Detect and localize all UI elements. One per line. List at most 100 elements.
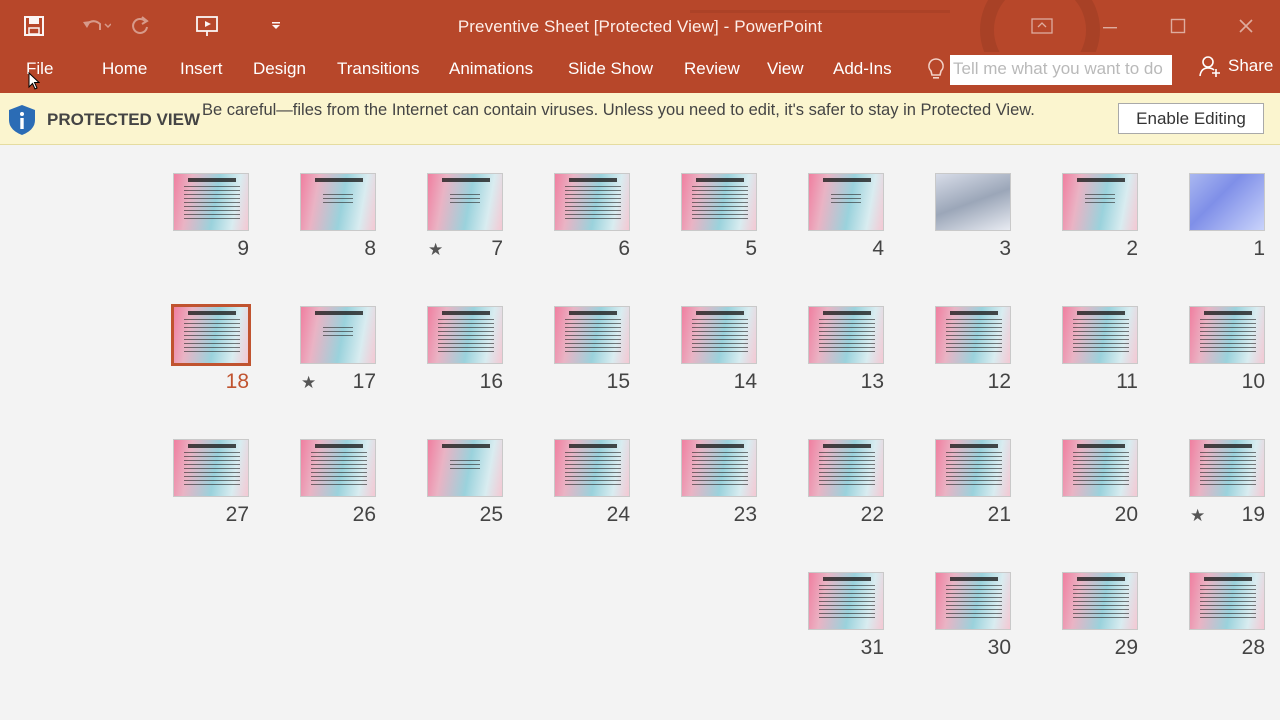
slide-thumbnail[interactable] (1189, 306, 1265, 364)
slide-number: 27 (225, 503, 249, 526)
tab-add-ins[interactable]: Add-Ins (833, 59, 892, 79)
slide-thumbnail[interactable] (935, 173, 1011, 231)
slide-title-lines (188, 178, 236, 182)
mouse-cursor-icon (28, 71, 41, 95)
slide-thumbnail[interactable] (300, 306, 376, 364)
tell-me-search-input[interactable]: Tell me what you want to do (950, 55, 1172, 85)
slide-text-lines (1200, 452, 1256, 486)
slide-thumbnail[interactable] (300, 173, 376, 231)
slide-number: 13 (860, 370, 884, 393)
tab-design[interactable]: Design (253, 59, 306, 79)
slide-thumbnail[interactable] (808, 173, 884, 231)
slide-text-lines (692, 319, 748, 353)
slide-number: 3 (999, 237, 1011, 260)
slide-thumbnail[interactable] (808, 572, 884, 630)
title-decoration-line (690, 10, 950, 13)
slide-text-lines (450, 460, 480, 472)
slide-thumbnail[interactable] (427, 306, 503, 364)
slide-number: 11 (1116, 370, 1138, 393)
slide-thumbnail[interactable] (808, 306, 884, 364)
slide-title-lines (315, 444, 363, 448)
slide-title-lines (569, 444, 617, 448)
slide-number: 30 (987, 636, 1011, 659)
slide-thumbnail[interactable] (1189, 173, 1265, 231)
slide-thumbnail[interactable] (171, 304, 251, 366)
slide-title-lines (1204, 577, 1252, 581)
slide-thumbnail[interactable] (554, 173, 630, 231)
slide-thumbnail[interactable] (935, 572, 1011, 630)
slide-text-lines (946, 319, 1002, 353)
slide-text-lines (184, 452, 240, 486)
slide-number: 25 (479, 503, 503, 526)
slide-thumbnail[interactable] (1062, 306, 1138, 364)
lightbulb-icon (925, 55, 947, 83)
slide-number: 20 (1114, 503, 1138, 526)
slide-thumbnail[interactable] (173, 173, 249, 231)
slide-title-lines (823, 444, 871, 448)
share-button[interactable]: Share (1198, 54, 1273, 78)
slide-title-lines (315, 178, 363, 182)
protected-view-bar: PROTECTED VIEW Be careful—files from the… (0, 93, 1280, 145)
maximize-icon[interactable] (1144, 0, 1212, 52)
animation-star-icon[interactable]: ★ (301, 373, 316, 393)
slide-title-lines (315, 311, 363, 315)
slide-thumbnail[interactable] (554, 439, 630, 497)
person-add-icon (1199, 56, 1220, 77)
animation-star-icon[interactable]: ★ (428, 240, 443, 260)
slide-thumbnail[interactable] (808, 439, 884, 497)
slide-title-lines (1077, 444, 1125, 448)
protected-view-title: PROTECTED VIEW (47, 110, 201, 129)
slide-thumbnail[interactable] (427, 173, 503, 231)
slide-number: 26 (352, 503, 376, 526)
slide-thumbnail[interactable] (427, 439, 503, 497)
ribbon-display-options-icon[interactable] (1008, 0, 1076, 52)
slide-number: 22 (860, 503, 884, 526)
slide-thumbnail[interactable] (935, 439, 1011, 497)
slide-text-lines (311, 452, 367, 486)
close-icon[interactable] (1212, 0, 1280, 52)
slide-thumbnail[interactable] (681, 306, 757, 364)
slide-thumbnail[interactable] (681, 173, 757, 231)
slide-title-lines (1204, 444, 1252, 448)
slide-number: 2 (1126, 237, 1138, 260)
slide-text-lines (819, 452, 875, 486)
minimize-icon[interactable] (1076, 0, 1144, 52)
slide-text-lines (692, 452, 748, 486)
tab-transitions[interactable]: Transitions (337, 59, 420, 79)
slide-title-lines (569, 311, 617, 315)
slide-title-lines (950, 444, 998, 448)
slide-thumbnail[interactable] (1189, 572, 1265, 630)
slide-text-lines (819, 585, 875, 619)
slide-thumbnail[interactable] (1062, 572, 1138, 630)
slide-thumbnail[interactable] (1189, 439, 1265, 497)
slide-title-lines (442, 444, 490, 448)
slide-thumbnail[interactable] (1062, 173, 1138, 231)
slide-number: 8 (364, 237, 376, 260)
tab-home[interactable]: Home (102, 59, 147, 79)
enable-editing-button[interactable]: Enable Editing (1118, 103, 1264, 134)
slide-text-lines (831, 194, 861, 206)
slide-thumbnail[interactable] (300, 439, 376, 497)
tab-slide-show[interactable]: Slide Show (568, 59, 653, 79)
slide-title-lines (696, 444, 744, 448)
slide-thumbnail[interactable] (935, 306, 1011, 364)
slide-number: 24 (606, 503, 630, 526)
slide-title-lines (1077, 311, 1125, 315)
slide-thumbnail[interactable] (173, 439, 249, 497)
tab-insert[interactable]: Insert (180, 59, 223, 79)
slide-number: 15 (606, 370, 630, 393)
tab-view[interactable]: View (767, 59, 804, 79)
slide-number: 21 (987, 503, 1011, 526)
slide-title-lines (823, 311, 871, 315)
slide-number: 5 (745, 237, 757, 260)
slide-title-lines (950, 577, 998, 581)
tab-review[interactable]: Review (684, 59, 740, 79)
slide-thumbnail[interactable] (681, 439, 757, 497)
slide-text-lines (1085, 194, 1115, 206)
slide-text-lines (946, 585, 1002, 619)
slide-number: 12 (987, 370, 1011, 393)
tab-animations[interactable]: Animations (449, 59, 533, 79)
slide-thumbnail[interactable] (554, 306, 630, 364)
slide-thumbnail[interactable] (1062, 439, 1138, 497)
animation-star-icon[interactable]: ★ (1190, 506, 1205, 526)
